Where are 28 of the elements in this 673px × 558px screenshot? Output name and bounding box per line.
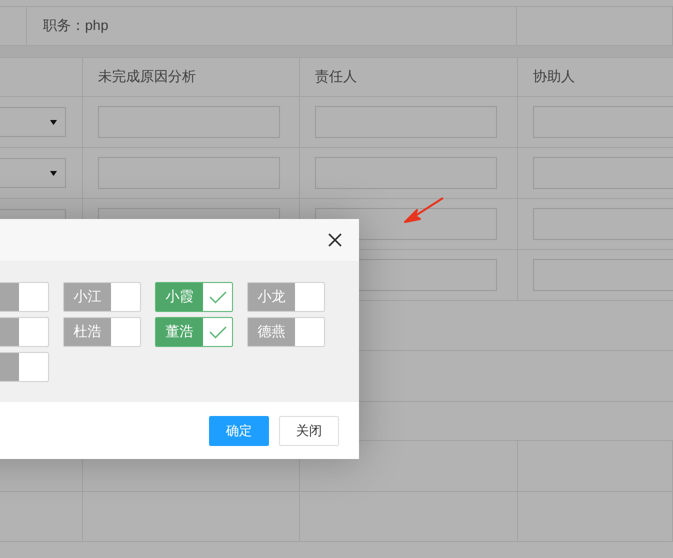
input-field[interactable] [315, 106, 497, 138]
checkbox-tag[interactable]: 董浩 [155, 317, 233, 347]
close-icon[interactable] [327, 232, 343, 248]
dropdown-caret-icon [50, 120, 57, 124]
checkbox-tag[interactable]: 小江 [63, 282, 141, 312]
arrow-icon [403, 196, 445, 224]
column-header: 协助人 [533, 68, 575, 86]
close-button[interactable]: 关闭 [279, 416, 339, 446]
check-icon [208, 326, 226, 338]
checkbox-tag[interactable]: 德燕 [247, 317, 325, 347]
input-field[interactable] [315, 157, 497, 189]
checkbox-tag[interactable]: 小霞 [155, 282, 233, 312]
input-field[interactable] [98, 106, 280, 138]
checkbox-tag[interactable]: 小龙 [247, 282, 325, 312]
column-header: 未完成原因分析 [98, 68, 196, 86]
dropdown-field[interactable] [0, 107, 66, 137]
checkbox-tag[interactable]: 杜浩 [63, 317, 141, 347]
dropdown-field[interactable] [0, 158, 66, 188]
position-label: 职务：php [42, 16, 110, 35]
input-field[interactable] [533, 106, 673, 138]
check-icon [208, 290, 226, 304]
input-field[interactable] [98, 157, 280, 189]
input-field[interactable] [533, 208, 673, 240]
confirm-button[interactable]: 确定 [209, 416, 269, 446]
dropdown-caret-icon [50, 170, 57, 176]
input-field[interactable] [533, 259, 673, 291]
input-field[interactable] [533, 157, 673, 189]
column-header: 责任人 [315, 68, 357, 86]
